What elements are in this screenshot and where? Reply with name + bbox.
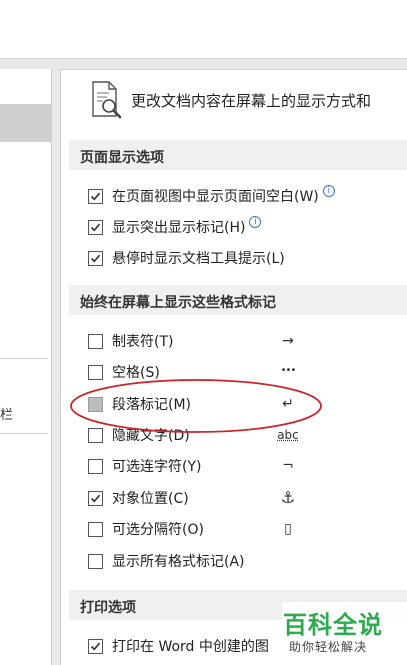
left-nav-item-fragment[interactable]: 栏 bbox=[0, 404, 13, 423]
option-optional-hyphens[interactable]: 可选连字符(Y) bbox=[88, 456, 201, 476]
tab-arrow-icon: → bbox=[282, 333, 294, 349]
option-tab-characters[interactable]: 制表符(T) bbox=[88, 331, 173, 351]
option-optional-breaks[interactable]: 可选分隔符(O) bbox=[88, 519, 204, 539]
anchor-icon: ⚓ bbox=[280, 487, 296, 507]
section-title-print: 打印选项 bbox=[80, 600, 136, 616]
info-icon[interactable]: i bbox=[249, 216, 262, 228]
option-show-all-marks[interactable]: 显示所有格式标记(A) bbox=[88, 551, 245, 571]
watermark-subtitle: 助你轻松解决 bbox=[289, 640, 368, 654]
checkbox-unchecked[interactable] bbox=[88, 333, 103, 349]
annotation-ellipse bbox=[70, 379, 322, 433]
optional-break-icon: ▯ bbox=[284, 521, 292, 537]
section-title-page-display: 页面显示选项 bbox=[80, 150, 164, 166]
checkbox-checked[interactable] bbox=[88, 219, 103, 235]
panel-description: 更改文档内容在屏幕上的显示方式和 bbox=[131, 92, 372, 110]
info-icon[interactable]: i bbox=[322, 185, 335, 197]
option-label: 可选连字符(Y) bbox=[112, 459, 202, 475]
checkbox-checked[interactable] bbox=[88, 490, 103, 506]
option-label: 制表符(T) bbox=[112, 334, 174, 350]
option-label: 可选分隔符(O) bbox=[112, 522, 204, 538]
option-show-tooltips[interactable]: 悬停时显示文档工具提示(L) bbox=[88, 248, 285, 268]
left-nav-separator bbox=[0, 433, 48, 434]
watermark-title: 百科全说 bbox=[283, 611, 383, 639]
window-top-bar bbox=[0, 0, 407, 58]
document-magnifier-icon bbox=[92, 81, 122, 119]
option-object-anchors[interactable]: 对象位置(C) bbox=[88, 488, 189, 508]
left-nav-pane bbox=[0, 69, 52, 665]
option-label: 显示突出显示标记(H) bbox=[112, 220, 246, 236]
option-print-drawings[interactable]: 打印在 Word 中创建的图 bbox=[88, 636, 269, 656]
optional-hyphen-icon: ¬ bbox=[282, 458, 294, 474]
option-label: 悬停时显示文档工具提示(L) bbox=[112, 251, 285, 267]
option-label: 显示所有格式标记(A) bbox=[112, 554, 245, 570]
option-show-highlighter[interactable]: 显示突出显示标记(H) i bbox=[88, 216, 262, 237]
checkbox-checked[interactable] bbox=[88, 250, 103, 266]
checkbox-unchecked[interactable] bbox=[88, 521, 103, 537]
section-title-formatting-marks: 始终在屏幕上显示这些格式标记 bbox=[80, 295, 276, 311]
left-nav-separator bbox=[0, 358, 48, 359]
option-label: 打印在 Word 中创建的图 bbox=[112, 639, 269, 655]
option-label: 对象位置(C) bbox=[112, 491, 189, 507]
checkbox-unchecked[interactable] bbox=[88, 553, 103, 569]
option-show-whitespace[interactable]: 在页面视图中显示页面间空白(W) i bbox=[88, 185, 335, 206]
checkbox-unchecked[interactable] bbox=[88, 458, 103, 474]
checkbox-checked[interactable] bbox=[88, 638, 103, 654]
checkbox-checked[interactable] bbox=[88, 188, 103, 204]
option-label: 在页面视图中显示页面间空白(W) bbox=[112, 189, 319, 205]
top-divider bbox=[0, 58, 407, 59]
left-nav-selected-item[interactable] bbox=[0, 104, 52, 142]
